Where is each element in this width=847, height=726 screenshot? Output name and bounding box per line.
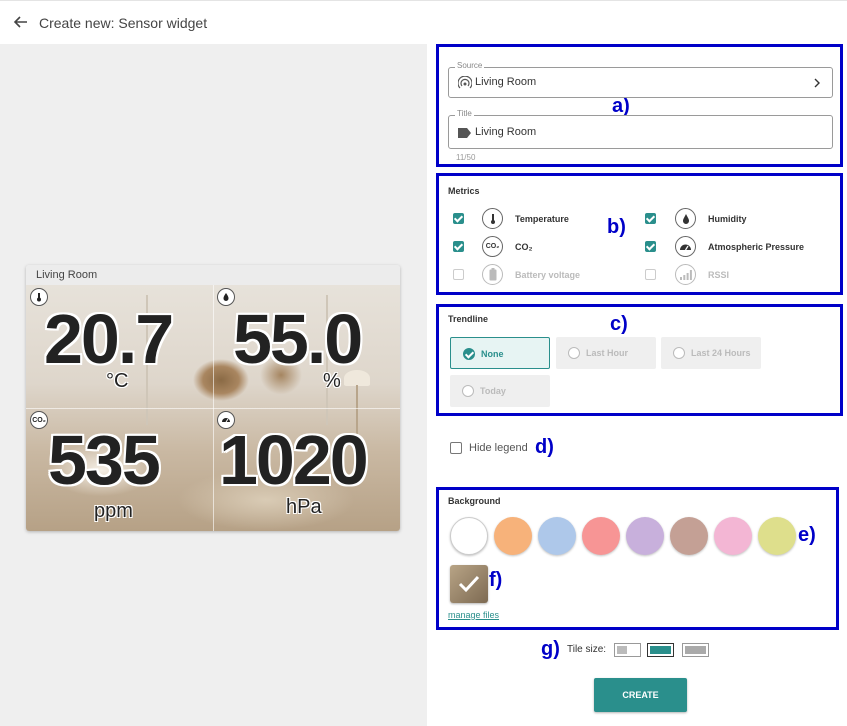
metric-label-pressure: Atmospheric Pressure [708, 242, 805, 252]
hide-legend-label: Hide legend [469, 442, 528, 454]
background-color-swatch[interactable] [758, 517, 796, 555]
source-selector[interactable]: Source Living Room [448, 61, 833, 98]
source-value: Living Room [475, 76, 537, 88]
title-input[interactable]: Title Living Room [448, 109, 833, 149]
reading-unit: ppm [94, 500, 133, 522]
chevron-right-icon [814, 78, 820, 88]
title-value: Living Room [475, 126, 537, 138]
background-color-swatch[interactable] [582, 517, 620, 555]
manage-files-link[interactable]: manage files [448, 610, 499, 620]
reading-humidity: 55.0 % [213, 285, 400, 408]
metric-checkbox-rssi[interactable] [645, 269, 656, 280]
background-image-thumbnail[interactable] [450, 565, 488, 603]
create-button[interactable]: CREATE [594, 678, 687, 712]
reading-pressure: 1020 hPa [213, 408, 400, 531]
reading-value: 55.0 [233, 300, 363, 378]
trendline-option-none[interactable]: None [450, 337, 550, 369]
metric-checkbox-co2[interactable] [453, 241, 464, 252]
metric-label-co2: CO₂ [515, 242, 533, 252]
thermometer-icon [482, 208, 503, 229]
metric-checkbox-temperature[interactable] [453, 213, 464, 224]
annotation-label-f: f) [489, 569, 503, 591]
annotation-label-e: e) [798, 524, 816, 546]
co2-icon: CO₂ [482, 236, 503, 257]
reading-unit: hPa [286, 496, 322, 518]
tile-size-medium[interactable] [647, 643, 674, 657]
back-arrow-icon[interactable] [12, 13, 30, 31]
humidity-drop-icon [675, 208, 696, 229]
metrics-title: Metrics [448, 186, 480, 196]
source-label: Source [455, 61, 485, 70]
background-color-swatch[interactable] [626, 517, 664, 555]
annotation-label-d: d) [535, 436, 554, 458]
trendline-option-last-hour[interactable]: Last Hour [556, 337, 656, 369]
sensor-signal-icon [458, 76, 472, 89]
annotation-label-b: b) [607, 216, 626, 238]
battery-icon [482, 264, 503, 285]
background-title: Background [448, 496, 501, 506]
hide-legend-checkbox[interactable] [450, 442, 462, 454]
background-color-swatch[interactable] [538, 517, 576, 555]
tag-icon [458, 128, 471, 138]
tile-size-label: Tile size: [567, 644, 607, 655]
reading-temperature: 20.7 °C [26, 285, 213, 408]
reading-co2: CO₂ 535 ppm [26, 408, 213, 531]
tile-size-large[interactable] [682, 643, 709, 657]
background-color-swatch[interactable] [670, 517, 708, 555]
metric-checkbox-pressure[interactable] [645, 241, 656, 252]
tile-title: Living Room [26, 265, 400, 285]
radio-checked-icon [463, 348, 475, 360]
trendline-option-today[interactable]: Today [450, 375, 550, 407]
background-color-swatch[interactable] [494, 517, 532, 555]
metric-checkbox-humidity[interactable] [645, 213, 656, 224]
annotation-label-c: c) [610, 313, 628, 335]
metric-label-rssi: RSSI [708, 270, 730, 280]
tile-size-small[interactable] [614, 643, 641, 657]
co2-icon: CO₂ [30, 411, 48, 429]
sensor-widget-preview: Living Room 20.7 °C 55.0 % CO₂ 535 ppm 1… [26, 265, 400, 531]
top-bar: Create new: Sensor widget [0, 0, 847, 45]
trendline-title: Trendline [448, 314, 489, 324]
checkmark-icon [458, 575, 480, 593]
reading-unit: % [323, 370, 341, 392]
reading-value: 20.7 [44, 300, 174, 378]
signal-bars-icon [675, 264, 696, 285]
annotation-box-e [436, 487, 839, 630]
metric-label-battery: Battery voltage [515, 270, 581, 280]
pressure-gauge-icon [675, 236, 696, 257]
background-color-swatch[interactable] [714, 517, 752, 555]
radio-icon [568, 347, 580, 359]
reading-unit: °C [106, 370, 129, 392]
radio-icon [673, 347, 685, 359]
page-title: Create new: Sensor widget [39, 15, 208, 31]
reading-value: 535 [48, 421, 161, 499]
title-char-counter: 11/50 [456, 153, 476, 162]
metric-label-humidity: Humidity [708, 214, 747, 224]
title-label: Title [455, 109, 474, 118]
trendline-option-last-24-hours[interactable]: Last 24 Hours [661, 337, 761, 369]
metric-label-temperature: Temperature [515, 214, 569, 224]
annotation-label-g: g) [541, 638, 560, 660]
radio-icon [462, 385, 474, 397]
reading-value: 1020 [219, 421, 369, 499]
background-color-swatch[interactable] [450, 517, 488, 555]
metric-checkbox-battery[interactable] [453, 269, 464, 280]
